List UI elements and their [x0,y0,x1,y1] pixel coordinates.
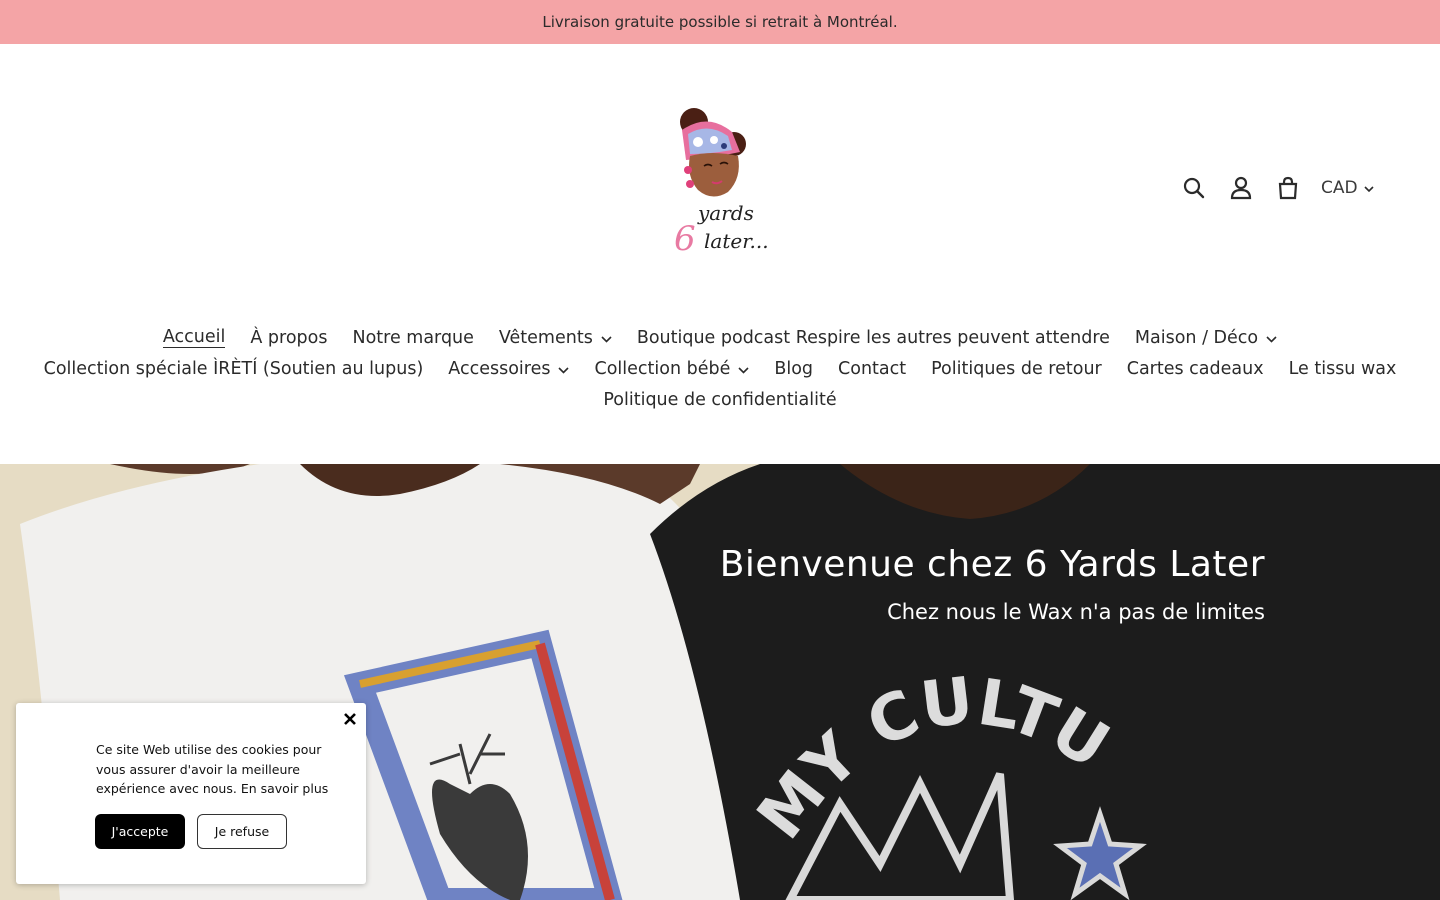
chevron-down-icon [1266,328,1277,348]
account-icon[interactable] [1223,170,1259,206]
nav-item-vetements[interactable]: Vêtements [499,328,612,348]
chevron-down-icon [1364,178,1374,198]
nav-item-accessoires[interactable]: Accessoires [448,359,570,379]
chevron-down-icon [558,359,570,379]
chevron-down-icon [601,328,612,348]
cart-icon[interactable] [1270,170,1306,206]
nav-item-collection-ireti[interactable]: Collection spéciale ÌRÈTÍ (Soutien au lu… [44,359,424,379]
chevron-down-icon [738,359,749,379]
header-actions: CAD [1176,170,1396,206]
cookie-learn-more-link[interactable]: En savoir plus [241,781,328,796]
hero-subtitle: Chez nous le Wax n'a pas de limites [887,600,1265,624]
nav-item-tissu-wax[interactable]: Le tissu wax [1289,359,1397,379]
nav-row-3: Politique de confidentialité [0,384,1440,415]
announcement-bar: Livraison gratuite possible si retrait à… [0,0,1440,44]
main-navigation: Accueil À propos Notre marque Vêtements … [0,322,1440,415]
nav-item-boutique-podcast[interactable]: Boutique podcast Respire les autres peuv… [637,328,1110,348]
logo-line1: yards [697,201,754,225]
nav-item-accueil[interactable]: Accueil [162,327,226,348]
logo-line2: later... [704,229,769,253]
cookie-message: Ce site Web utilise des cookies pour vou… [96,740,341,799]
nav-item-a-propos[interactable]: À propos [250,328,327,348]
nav-item-notre-marque[interactable]: Notre marque [352,328,473,348]
nav-item-cartes-cadeaux[interactable]: Cartes cadeaux [1127,359,1264,379]
nav-item-politiques-retour[interactable]: Politiques de retour [931,359,1102,379]
nav-item-blog[interactable]: Blog [774,359,813,379]
logo-digit: 6 [674,219,696,259]
nav-item-maison-deco[interactable]: Maison / Déco [1135,328,1277,348]
nav-item-politique-confidentialite[interactable]: Politique de confidentialité [603,390,836,410]
nav-item-contact[interactable]: Contact [838,359,906,379]
nav-row-2: Collection spéciale ÌRÈTÍ (Soutien au lu… [0,353,1440,384]
nav-row-1: Accueil À propos Notre marque Vêtements … [0,322,1440,353]
hero-title: Bienvenue chez 6 Yards Later [719,544,1265,585]
currency-selector[interactable]: CAD [1321,178,1374,198]
nav-item-collection-bebe[interactable]: Collection bébé [594,359,749,379]
store-logo[interactable]: 6 yards later... [668,104,780,260]
cookie-refuse-button[interactable]: Je refuse [197,814,287,849]
search-icon[interactable] [1176,170,1212,206]
cookie-accept-button[interactable]: J'accepte [95,814,185,849]
close-icon[interactable] [340,709,360,729]
announcement-text: Livraison gratuite possible si retrait à… [542,13,898,31]
cookie-consent-banner: Ce site Web utilise des cookies pour vou… [16,703,366,884]
currency-value: CAD [1321,178,1358,198]
